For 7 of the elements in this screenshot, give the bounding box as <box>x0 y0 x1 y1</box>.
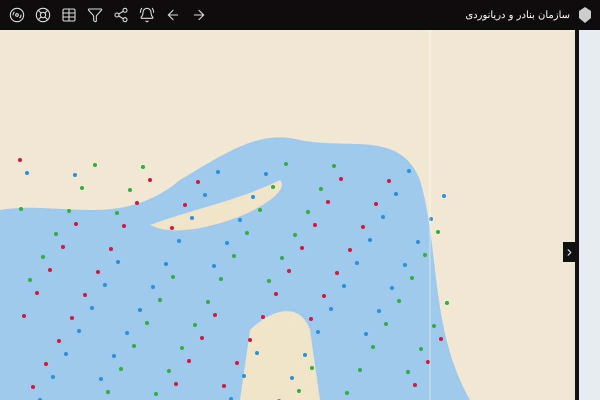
nodes-icon[interactable] <box>112 6 130 24</box>
organization-name: سازمان بنادر و دریانوردی <box>465 8 570 22</box>
panel-toggle[interactable] <box>563 242 575 262</box>
table-icon[interactable] <box>60 6 78 24</box>
filter-icon[interactable] <box>86 6 104 24</box>
disc-icon[interactable] <box>8 6 26 24</box>
bell-icon[interactable] <box>138 6 156 24</box>
